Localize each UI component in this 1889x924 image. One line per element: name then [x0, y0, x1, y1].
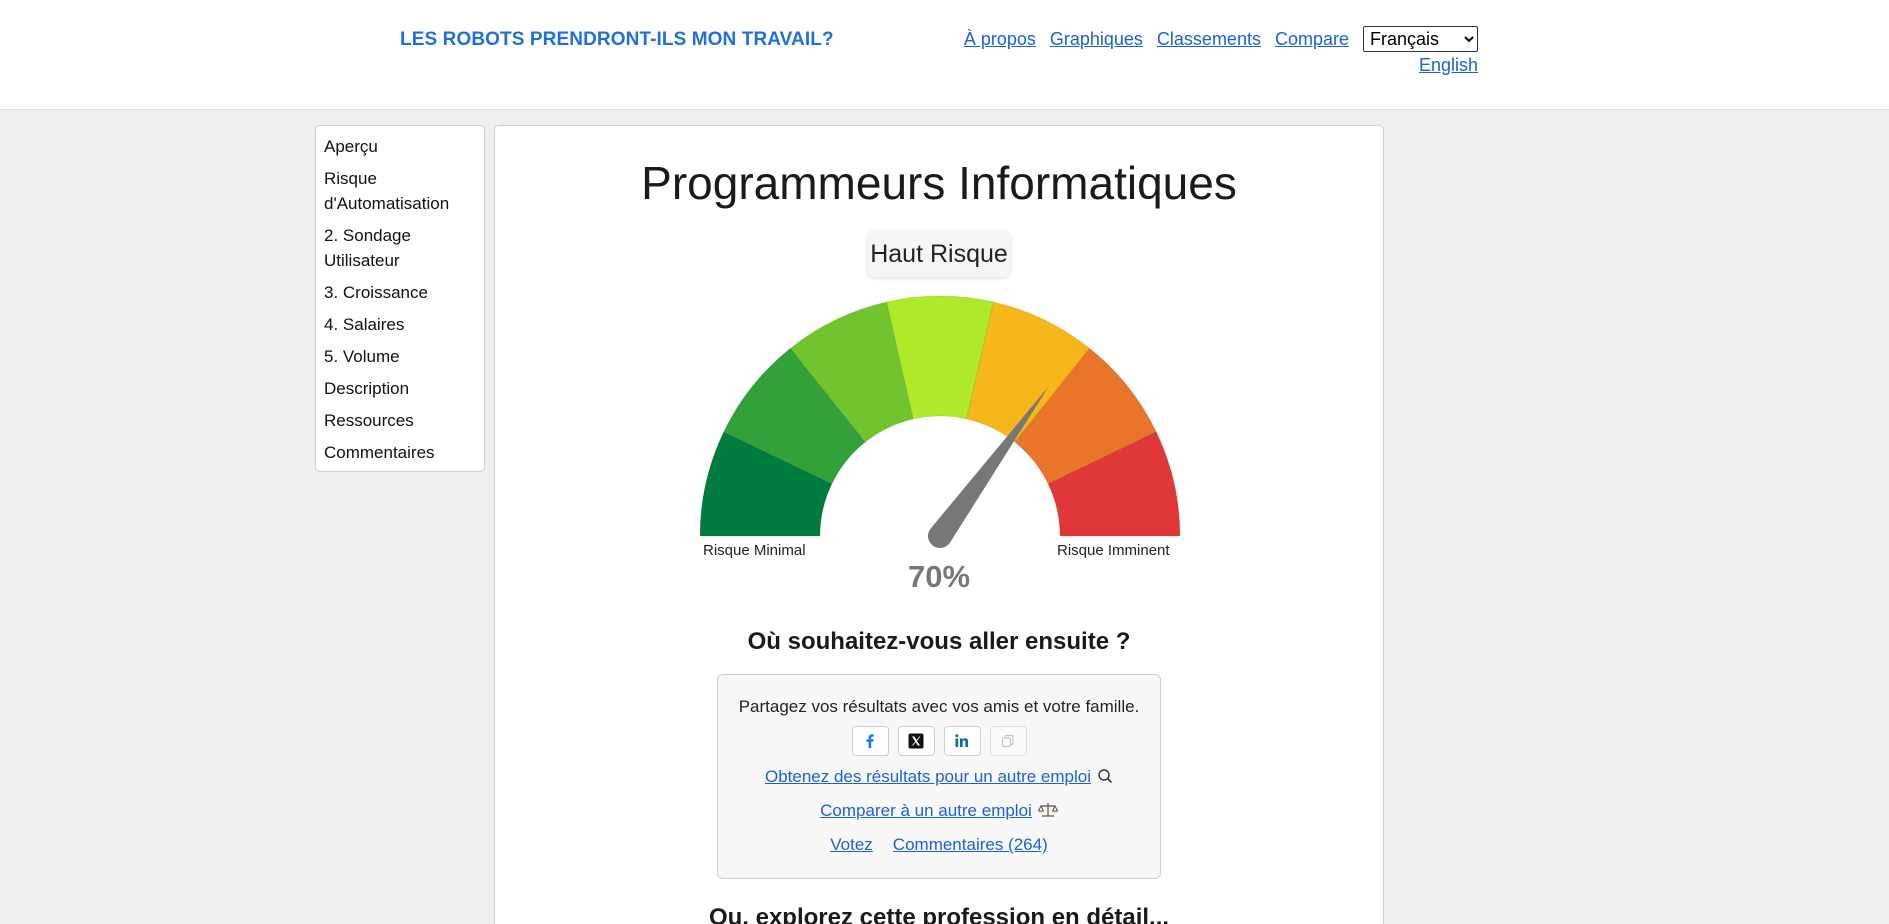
compare-job-link[interactable]: Comparer à un autre emploi	[820, 801, 1032, 820]
share-copy-button[interactable]	[989, 726, 1027, 756]
sidebar-item-resources[interactable]: Ressources	[324, 408, 476, 433]
page-title: Programmeurs Informatiques	[641, 157, 1237, 209]
share-linkedin-button[interactable]	[943, 726, 981, 756]
gauge-label-imminent: Risque Imminent	[1057, 542, 1170, 559]
risk-level-badge: Haut Risque	[868, 231, 1010, 277]
language-select[interactable]: Français	[1363, 26, 1478, 52]
linkedin-icon	[955, 734, 968, 747]
compare-row: Comparer à un autre emploi	[718, 801, 1160, 823]
share-buttons	[718, 726, 1160, 756]
sidebar-item-user-survey[interactable]: 2. Sondage Utilisateur	[324, 223, 476, 273]
nav-link-about[interactable]: À propos	[964, 29, 1036, 50]
other-job-link[interactable]: Obtenez des résultats pour un autre empl…	[765, 767, 1091, 786]
nav-link-charts[interactable]: Graphiques	[1050, 29, 1143, 50]
english-link[interactable]: English	[1419, 55, 1478, 76]
sidebar-item-overview[interactable]: Aperçu	[324, 134, 476, 159]
sidebar-item-automation-risk[interactable]: Risque d'Automatisation	[324, 166, 476, 216]
vote-link[interactable]: Votez	[830, 835, 873, 855]
next-steps-heading: Où souhaitez-vous aller ensuite ?	[747, 628, 1131, 655]
magnifier-icon	[1097, 768, 1113, 789]
gauge-label-minimal: Risque Minimal	[703, 542, 806, 559]
gauge-segments	[700, 295, 1180, 537]
sidebar-item-volume[interactable]: 5. Volume	[324, 344, 476, 369]
share-text: Partagez vos résultats avec vos amis et …	[738, 697, 1140, 716]
sidebar: Aperçu Risque d'Automatisation 2. Sondag…	[315, 125, 485, 472]
sidebar-item-growth[interactable]: 3. Croissance	[324, 280, 476, 305]
top-nav: À propos Graphiques Classements Compare …	[964, 26, 1478, 52]
facebook-icon	[866, 734, 874, 748]
balance-scale-icon	[1037, 802, 1059, 823]
vote-comments-row: Votez Commentaires (264)	[718, 835, 1160, 855]
site-header: LES ROBOTS PRENDRONT-ILS MON TRAVAIL? À …	[0, 0, 1889, 110]
sidebar-item-comments[interactable]: Commentaires	[324, 440, 476, 465]
explore-heading: Ou, explorez cette profession en détail.…	[708, 904, 1170, 924]
comments-link[interactable]: Commentaires (264)	[893, 835, 1048, 855]
x-icon	[908, 733, 924, 749]
sidebar-item-description[interactable]: Description	[324, 376, 476, 401]
copy-icon	[1001, 734, 1014, 748]
risk-gauge	[700, 295, 1180, 548]
share-facebook-button[interactable]	[851, 726, 889, 756]
nav-link-compare[interactable]: Compare	[1275, 29, 1349, 50]
brand-logo-link[interactable]: LES ROBOTS PRENDRONT-ILS MON TRAVAIL?	[400, 29, 834, 51]
other-job-row: Obtenez des résultats pour un autre empl…	[718, 767, 1160, 789]
nav-link-rankings[interactable]: Classements	[1157, 29, 1261, 50]
share-x-button[interactable]	[897, 726, 935, 756]
gauge-value-percent: 70%	[907, 559, 971, 594]
share-box: Partagez vos résultats avec vos amis et …	[717, 674, 1161, 879]
sidebar-item-salaries[interactable]: 4. Salaires	[324, 312, 476, 337]
main-card: Programmeurs Informatiques Haut Risque R…	[494, 125, 1384, 924]
